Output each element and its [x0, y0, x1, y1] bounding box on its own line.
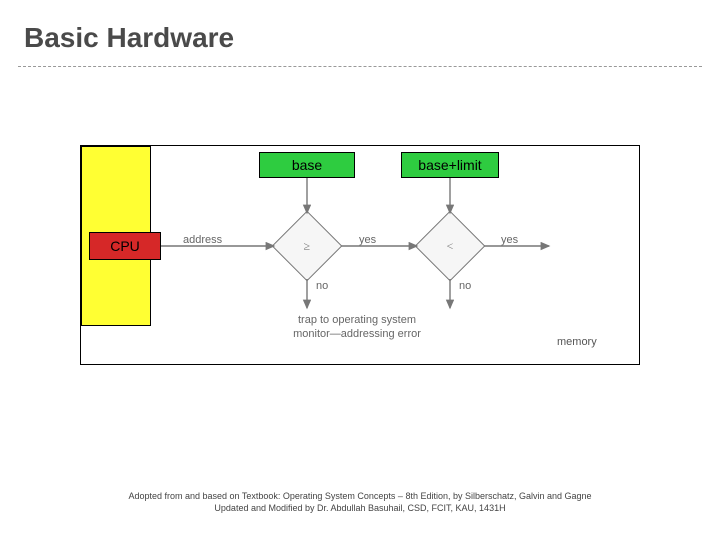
trap-line-1: trap to operating system	[298, 314, 416, 326]
divider	[18, 66, 702, 67]
yes-label-1: yes	[359, 234, 376, 246]
yes-label-2: yes	[501, 234, 518, 246]
no-label-1: no	[316, 280, 328, 292]
page-title: Basic Hardware	[24, 22, 234, 54]
hardware-diagram: CPU base base+limit memory ≥ < address y…	[80, 145, 640, 365]
compare-ge-op: ≥	[304, 239, 311, 254]
trap-line-2: monitor—addressing error	[293, 328, 421, 340]
compare-lt-op: <	[447, 239, 454, 254]
compare-lt-diamond: <	[415, 211, 486, 282]
no-label-2: no	[459, 280, 471, 292]
limit-register-box: base+limit	[401, 152, 499, 178]
cpu-box: CPU	[89, 232, 161, 260]
footer-line-2: Updated and Modified by Dr. Abdullah Bas…	[214, 503, 505, 513]
trap-text: trap to operating system monitor—address…	[257, 314, 457, 342]
base-register-box: base	[259, 152, 355, 178]
compare-ge-diamond: ≥	[272, 211, 343, 282]
address-label: address	[183, 234, 222, 246]
footer-attribution: Adopted from and based on Textbook: Oper…	[0, 490, 720, 514]
footer-line-1: Adopted from and based on Textbook: Oper…	[128, 491, 591, 501]
memory-label: memory	[557, 336, 597, 348]
